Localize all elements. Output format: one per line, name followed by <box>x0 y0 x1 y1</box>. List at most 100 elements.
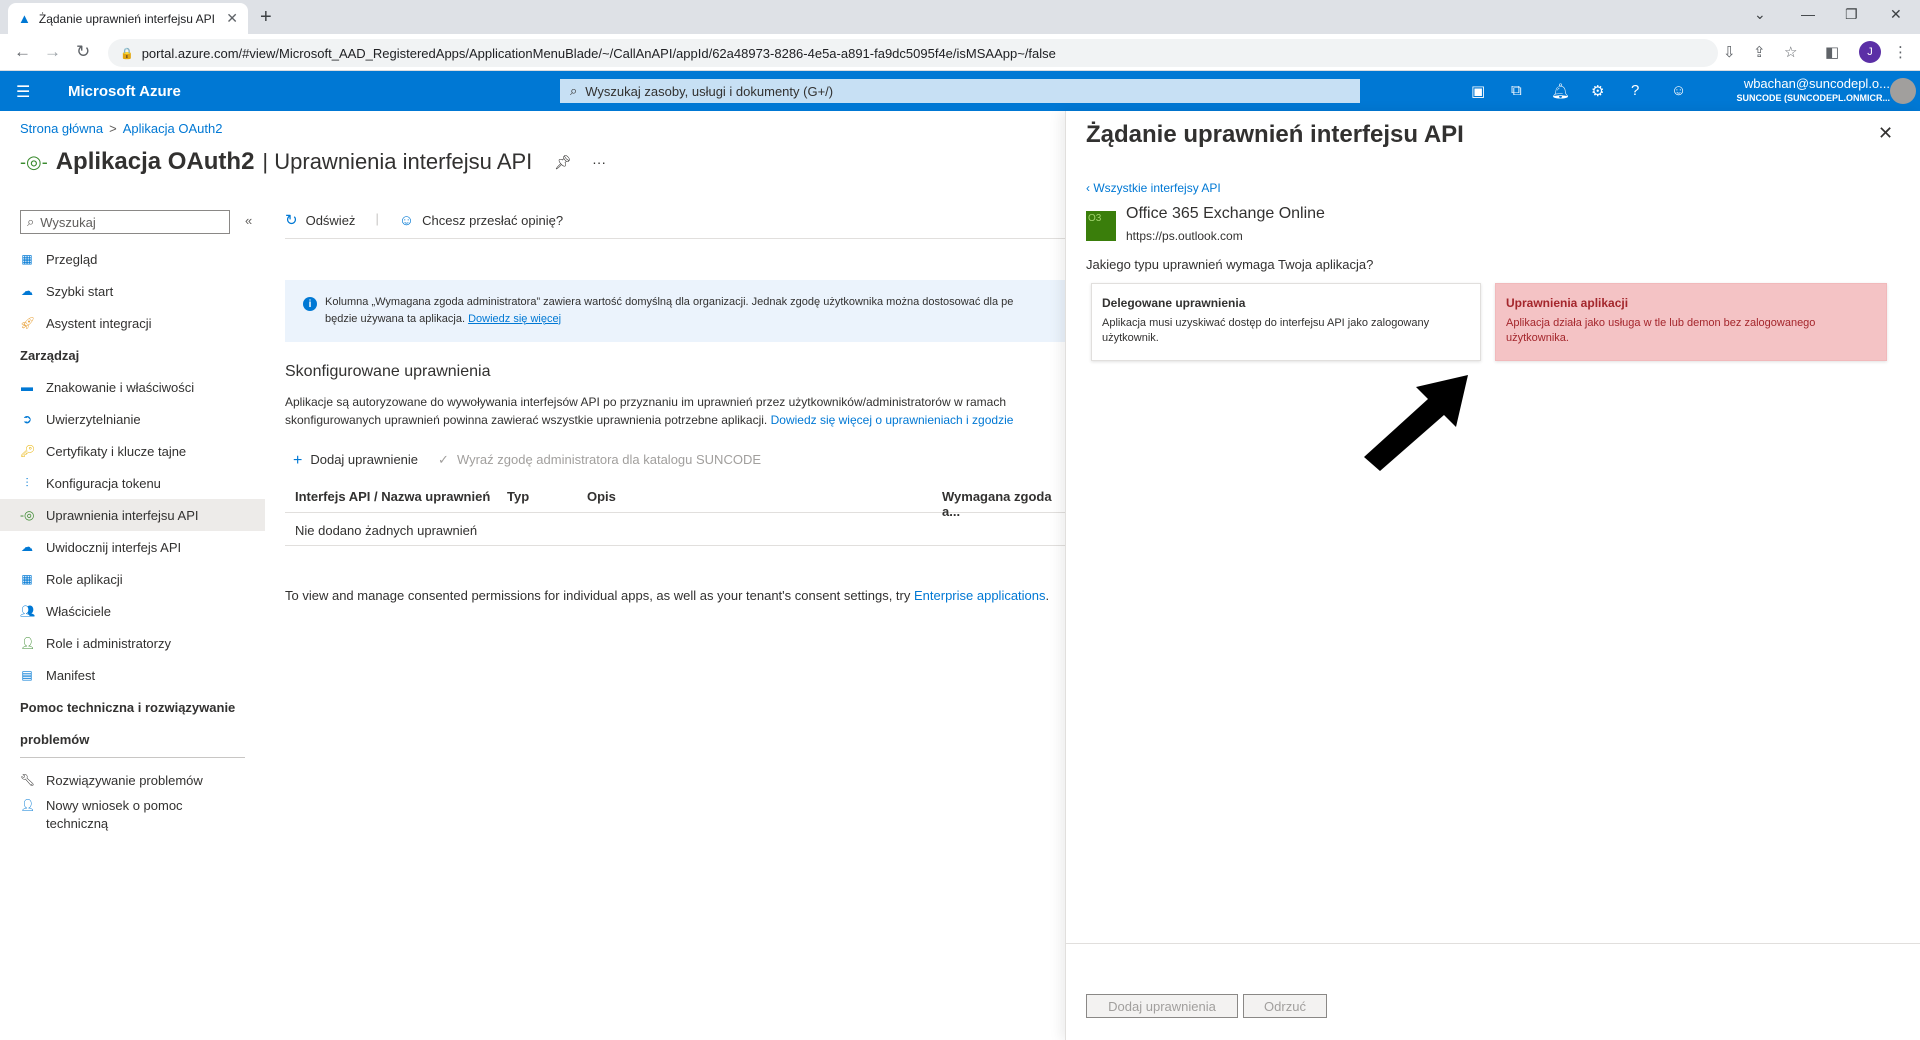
breadcrumb: Strona główna > Aplikacja OAuth2 <box>20 121 222 136</box>
sidebar-item-label: Właściciele <box>46 603 112 619</box>
column-description[interactable]: Opis <box>587 489 616 504</box>
request-api-permissions-panel: Żądanie uprawnień interfejsu API ✕ ‹ Wsz… <box>1065 111 1920 1040</box>
sidebar-item-label: Uprawnienia interfejsu API <box>46 507 199 523</box>
configured-learn-more-link[interactable]: Dowiedz się więcej o uprawnieniach i zgo… <box>771 413 1014 427</box>
sidebar-item-troubleshooting[interactable]: 🔧︎ Rozwiązywanie problemów <box>0 764 265 796</box>
install-icon[interactable]: ⇩ <box>1723 43 1736 61</box>
account-info[interactable]: wbachan@suncodepl.o... SUNCODE (SUNCODEP… <box>1720 76 1890 103</box>
reload-icon[interactable]: ↻ <box>76 42 90 62</box>
grant-admin-consent-label: Wyraź zgodę administratora dla katalogu … <box>456 452 762 467</box>
sidebar-item-overview[interactable]: ▦ Przegląd <box>0 243 265 275</box>
sidebar-item-certificates[interactable]: 🔑︎ Certyfikaty i klucze tajne <box>0 435 265 467</box>
api-permissions-icon: -◎ <box>20 508 35 522</box>
breadcrumb-home[interactable]: Strona główna <box>20 121 103 136</box>
more-options-icon[interactable]: ··· <box>592 154 606 170</box>
pin-icon[interactable]: 📌︎ <box>554 154 572 171</box>
user-avatar[interactable] <box>1890 78 1916 104</box>
sidebar-search-input[interactable]: ⌕ Wyszukaj <box>20 210 230 234</box>
sidebar-item-authentication[interactable]: ➲ Uwierzytelnianie <box>0 403 265 435</box>
sidebar-item-api-permissions[interactable]: -◎ Uprawnienia interfejsu API <box>0 499 265 531</box>
page-title: -◎- Aplikacja OAuth2 | Uprawnienia inter… <box>20 148 606 176</box>
settings-gear-icon[interactable]: ⚙ <box>1591 82 1604 100</box>
sidebar-item-new-support-request[interactable]: 👤︎ Nowy wniosek o pomoc <box>0 796 265 814</box>
sidebar-item-expose-api[interactable]: ☁ Uwidocznij interfejs API <box>0 531 265 563</box>
all-apis-back-link[interactable]: ‹ Wszystkie interfejsy API <box>1086 181 1221 195</box>
cloud-shell-icon[interactable]: ▣ <box>1471 82 1485 100</box>
add-permissions-button[interactable]: Dodaj uprawnienia <box>1086 994 1238 1018</box>
tab-close-icon[interactable]: ✕ <box>226 10 238 27</box>
new-tab-icon[interactable]: + <box>260 6 272 29</box>
sidebar-item-app-roles[interactable]: ▦ Role aplikacji <box>0 563 265 595</box>
column-type[interactable]: Typ <box>507 489 529 504</box>
sliders-icon: ⫶ <box>25 475 29 490</box>
close-icon[interactable]: ✕ <box>1878 123 1893 144</box>
help-icon[interactable]: ? <box>1631 82 1639 99</box>
sidebar-item-branding[interactable]: ▬ Znakowanie i właściwości <box>0 371 265 403</box>
sidebar-item-quickstart[interactable]: ☁ Szybki start <box>0 275 265 307</box>
delegated-permissions-card[interactable]: Delegowane uprawnienia Aplikacja musi uz… <box>1091 283 1481 361</box>
column-api-name[interactable]: Interfejs API / Nazwa uprawnień <box>295 489 490 504</box>
sidebar-section-support: Pomoc techniczna i rozwiązywanie <box>20 699 236 715</box>
footnote-end: . <box>1045 588 1050 603</box>
azure-favicon-icon: ▲ <box>18 11 31 26</box>
info-learn-more-link[interactable]: Dowiedz się więcej <box>468 313 561 325</box>
browser-menu-icon[interactable]: ⋮ <box>1893 43 1908 61</box>
sidebar-item-label: Szybki start <box>46 283 114 299</box>
search-icon: ⌕ <box>27 214 35 229</box>
restore-icon[interactable]: ❐ <box>1845 6 1858 23</box>
user-tenant: SUNCODE (SUNCODEPL.ONMICR... <box>1736 93 1890 103</box>
sidebar-item-roles-admins[interactable]: 👤︎ Role i administratorzy <box>0 627 265 659</box>
grant-admin-consent-button[interactable]: ✓ Wyraź zgodę administratora dla katalogu… <box>438 452 761 470</box>
sidebar-item-integration-assistant[interactable]: 🚀︎ Asystent integracji <box>0 307 265 339</box>
sidebar-item-manifest[interactable]: ▤ Manifest <box>0 659 265 691</box>
sidebar-item-owners[interactable]: 👥︎ Właściciele <box>0 595 265 627</box>
application-permissions-card[interactable]: Uprawnienia aplikacji Aplikacja działa j… <box>1495 283 1887 361</box>
sidebar-item-label: Przegląd <box>46 251 98 267</box>
api-permissions-icon: -◎- <box>20 151 48 172</box>
feedback-button[interactable]: ☺ Chcesz przesłać opinię? <box>399 211 563 229</box>
refresh-label: Odśwież <box>305 212 356 228</box>
add-permission-button[interactable]: + Dodaj uprawnienie <box>293 452 418 470</box>
feedback-icon[interactable]: ☺ <box>1671 82 1686 99</box>
tab-title: Żądanie uprawnień interfejsu API <box>38 11 215 26</box>
sidebar-item-token-configuration[interactable]: ⫶ Konfiguracja tokenu <box>0 467 265 499</box>
browser-tab[interactable]: ▲ Żądanie uprawnień interfejsu API ✕ <box>8 3 248 34</box>
enterprise-applications-link[interactable]: Enterprise applications <box>914 588 1046 603</box>
user-email: wbachan@suncodepl.o... <box>1743 76 1890 91</box>
command-bar: ↻ Odśwież | ☺ Chcesz przesłać opinię? <box>285 211 563 229</box>
cloud-icon: ☁ <box>21 284 33 298</box>
tab-search-icon[interactable]: ⌄ <box>1754 6 1766 23</box>
sidebar-section-manage: Zarządzaj <box>20 347 80 363</box>
browser-profile-avatar[interactable]: J <box>1859 41 1881 63</box>
sidebar-section-support-cont: problemów <box>20 731 90 747</box>
forward-icon[interactable]: → <box>44 42 61 62</box>
share-icon[interactable]: ⇪ <box>1753 43 1766 61</box>
hamburger-menu-icon[interactable]: ☰ <box>16 82 30 102</box>
application-permissions-title: Uprawnienia aplikacji <box>1506 296 1629 310</box>
support-person-icon: 👤︎ <box>20 798 36 812</box>
sidebar-item-label: Asystent integracji <box>46 315 152 331</box>
key-icon: 🔑︎ <box>20 444 36 458</box>
url-field[interactable]: 🔒 portal.azure.com/#view/Microsoft_AAD_R… <box>108 39 1718 67</box>
sidebar-item-label: Role aplikacji <box>46 571 123 587</box>
discard-button[interactable]: Odrzuć <box>1243 994 1327 1018</box>
rocket-icon: 🚀︎ <box>20 316 36 330</box>
bookmark-star-icon[interactable]: ☆ <box>1784 43 1797 61</box>
footnote-text: To view and manage consented permissions… <box>285 588 911 603</box>
manifest-icon: ▤ <box>21 668 33 682</box>
url-text: portal.azure.com/#view/Microsoft_AAD_Reg… <box>141 45 1056 61</box>
sidebar-item-new-support-request-cont[interactable]: techniczną <box>0 814 265 832</box>
collapse-sidebar-icon[interactable]: « <box>245 213 252 228</box>
directory-filter-icon[interactable]: ⧉ <box>1511 82 1522 99</box>
back-icon[interactable]: ← <box>14 42 31 62</box>
global-search-input[interactable]: ⌕ Wyszukaj zasoby, usługi i dokumenty (G… <box>560 79 1360 103</box>
breadcrumb-app[interactable]: Aplikacja OAuth2 <box>123 121 223 136</box>
panel-footer-divider <box>1066 943 1920 944</box>
refresh-button[interactable]: ↻ Odśwież <box>285 211 355 229</box>
window-close-icon[interactable]: ✕ <box>1890 6 1902 23</box>
side-panel-icon[interactable]: ◧ <box>1825 43 1839 61</box>
brand-name[interactable]: Microsoft Azure <box>68 83 181 100</box>
minimize-icon[interactable]: — <box>1801 6 1815 22</box>
info-line-1: Kolumna „Wymagana zgoda administratora” … <box>325 296 1014 308</box>
notifications-bell-icon[interactable]: 🔔︎ <box>1551 82 1570 100</box>
